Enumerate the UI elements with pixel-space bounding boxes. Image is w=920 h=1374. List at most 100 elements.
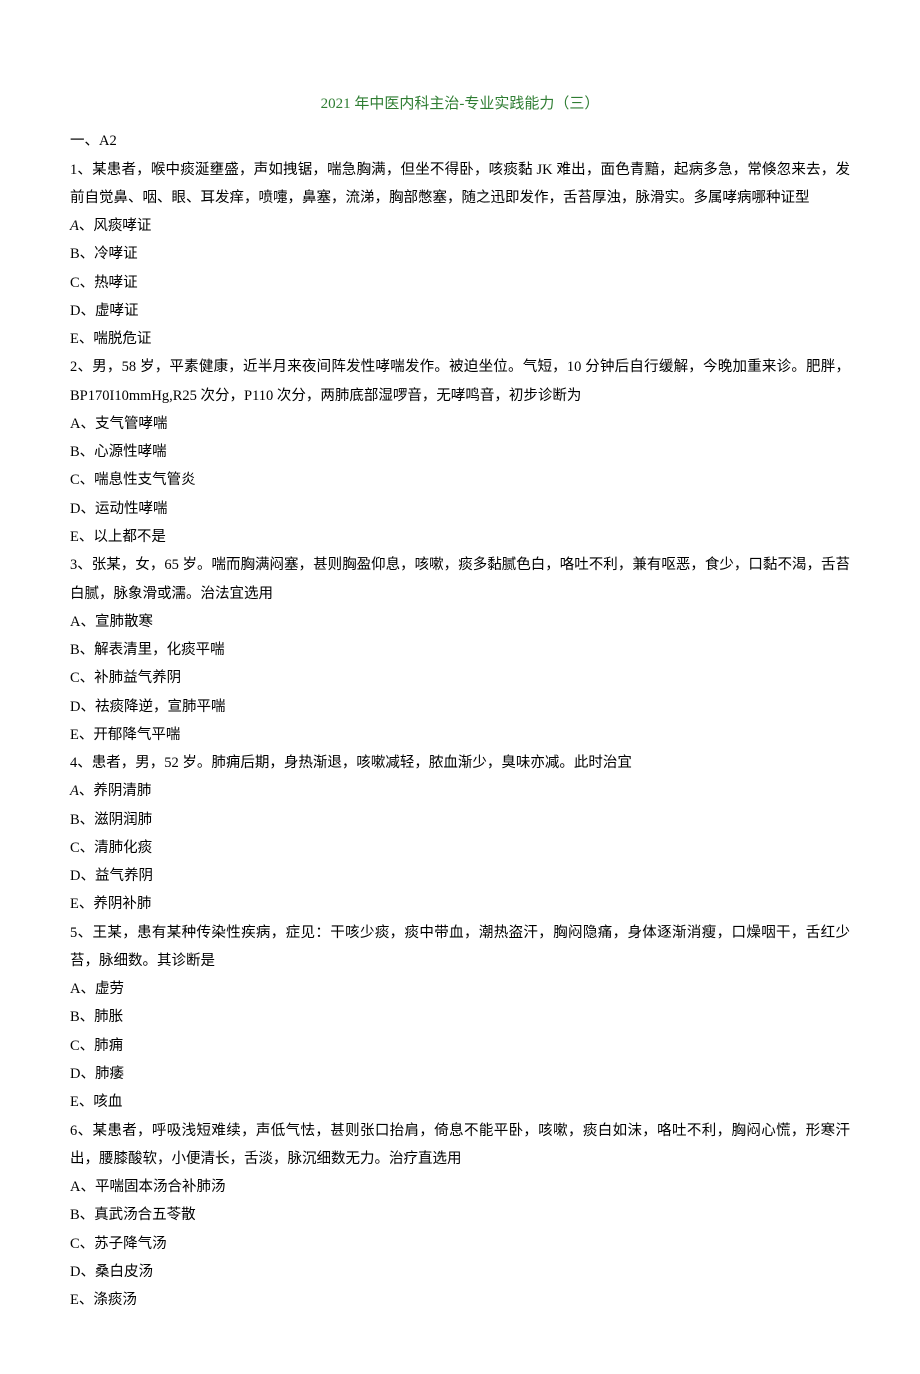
option-label: E xyxy=(70,1094,79,1110)
option-text: 、宣肺散寒 xyxy=(80,614,153,630)
option: E、养阴补肺 xyxy=(70,890,850,918)
option-text: 、肺痈 xyxy=(80,1038,124,1054)
question-block: 1、某患者，喉中痰涎壅盛，声如拽锯，喘急胸满，但坐不得卧，咳痰黏 JK 难出，面… xyxy=(70,156,850,354)
option-label: C xyxy=(70,670,80,686)
option: C、补肺益气养阴 xyxy=(70,664,850,692)
question-stem: 4、患者，男，52 岁。肺痈后期，身热渐退，咳嗽减轻，脓血渐少，臭味亦减。此时治… xyxy=(70,749,850,777)
option-text: 、桑白皮汤 xyxy=(80,1264,153,1280)
option: C、苏子降气汤 xyxy=(70,1230,850,1258)
option-label: B xyxy=(70,444,80,460)
option-text: 、养阴清肺 xyxy=(79,783,152,799)
option-label: B xyxy=(70,246,80,262)
question-stem: 2、男，58 岁，平素健康，近半月来夜间阵发性哮喘发作。被迫坐位。气短，10 分… xyxy=(70,353,850,410)
option: E、开郁降气平喘 xyxy=(70,721,850,749)
option-text: 、心源性哮喘 xyxy=(80,444,167,460)
option-text: 、真武汤合五苓散 xyxy=(80,1207,196,1223)
option-text: 、平喘固本汤合补肺汤 xyxy=(80,1179,225,1195)
questions-container: 1、某患者，喉中痰涎壅盛，声如拽锯，喘急胸满，但坐不得卧，咳痰黏 JK 难出，面… xyxy=(70,156,850,1315)
option: A、平喘固本汤合补肺汤 xyxy=(70,1173,850,1201)
question-block: 2、男，58 岁，平素健康，近半月来夜间阵发性哮喘发作。被迫坐位。气短，10 分… xyxy=(70,353,850,551)
option: C、热哮证 xyxy=(70,269,850,297)
option-label: B xyxy=(70,642,80,658)
option-label: D xyxy=(70,699,80,715)
option: D、桑白皮汤 xyxy=(70,1258,850,1286)
option-text: 、热哮证 xyxy=(80,275,138,291)
page-title: 2021 年中医内科主治-专业实践能力（三） xyxy=(70,90,850,119)
option: A、养阴清肺 xyxy=(70,777,850,805)
option-text: 、喘脱危证 xyxy=(79,331,152,347)
option: C、清肺化痰 xyxy=(70,834,850,862)
option-label: D xyxy=(70,1066,80,1082)
option-text: 、养阴补肺 xyxy=(79,896,152,912)
option-text: 、风痰哮证 xyxy=(79,218,152,234)
option-label: C xyxy=(70,275,80,291)
option-label: E xyxy=(70,331,79,347)
option-text: 、运动性哮喘 xyxy=(80,501,167,517)
option-text: 、虚劳 xyxy=(80,981,124,997)
option-text: 、虚哮证 xyxy=(80,303,138,319)
option-label: A xyxy=(70,218,79,234)
section-header: 一、A2 xyxy=(70,127,850,155)
option-label: A xyxy=(70,416,80,432)
question-stem: 1、某患者，喉中痰涎壅盛，声如拽锯，喘急胸满，但坐不得卧，咳痰黏 JK 难出，面… xyxy=(70,156,850,213)
option-label: A xyxy=(70,783,79,799)
option: B、解表清里，化痰平喘 xyxy=(70,636,850,664)
option: C、喘息性支气管炎 xyxy=(70,466,850,494)
option: C、肺痈 xyxy=(70,1032,850,1060)
option: D、虚哮证 xyxy=(70,297,850,325)
option-text: 、涤痰汤 xyxy=(79,1292,137,1308)
option: E、涤痰汤 xyxy=(70,1286,850,1314)
question-stem: 5、王某，患有某种传染性疾病，症见：干咳少痰，痰中带血，潮热盗汗，胸闷隐痛，身体… xyxy=(70,919,850,976)
option: B、肺胀 xyxy=(70,1003,850,1031)
option-text: 、益气养阴 xyxy=(80,868,153,884)
option-label: E xyxy=(70,896,79,912)
option-label: E xyxy=(70,727,79,743)
option-text: 、支气管哮喘 xyxy=(80,416,167,432)
option-text: 、补肺益气养阴 xyxy=(80,670,182,686)
option-text: 、咳血 xyxy=(79,1094,123,1110)
option: D、肺痿 xyxy=(70,1060,850,1088)
option: D、益气养阴 xyxy=(70,862,850,890)
option-text: 、肺痿 xyxy=(80,1066,124,1082)
question-block: 4、患者，男，52 岁。肺痈后期，身热渐退，咳嗽减轻，脓血渐少，臭味亦减。此时治… xyxy=(70,749,850,919)
option-label: C xyxy=(70,840,80,856)
option-text: 、祛痰降逆，宣肺平喘 xyxy=(80,699,225,715)
option: B、冷哮证 xyxy=(70,240,850,268)
question-block: 6、某患者，呼吸浅短难续，声低气怯，甚则张口抬肩，倚息不能平卧，咳嗽，痰白如沫，… xyxy=(70,1117,850,1315)
option: D、祛痰降逆，宣肺平喘 xyxy=(70,693,850,721)
option-text: 、开郁降气平喘 xyxy=(79,727,181,743)
question-stem: 6、某患者，呼吸浅短难续，声低气怯，甚则张口抬肩，倚息不能平卧，咳嗽，痰白如沫，… xyxy=(70,1117,850,1174)
option: E、喘脱危证 xyxy=(70,325,850,353)
option: A、支气管哮喘 xyxy=(70,410,850,438)
option-label: B xyxy=(70,812,80,828)
option-label: C xyxy=(70,1038,80,1054)
option-label: E xyxy=(70,529,79,545)
option-text: 、肺胀 xyxy=(80,1009,124,1025)
option-label: D xyxy=(70,868,80,884)
option: E、咳血 xyxy=(70,1088,850,1116)
option-text: 、以上都不是 xyxy=(79,529,166,545)
option: A、宣肺散寒 xyxy=(70,608,850,636)
option-text: 、苏子降气汤 xyxy=(80,1236,167,1252)
option-label: C xyxy=(70,1236,80,1252)
question-stem: 3、张某，女，65 岁。喘而胸满闷塞，甚则胸盈仰息，咳嗽，痰多黏腻色白，咯吐不利… xyxy=(70,551,850,608)
option: B、心源性哮喘 xyxy=(70,438,850,466)
option-label: C xyxy=(70,472,80,488)
option-text: 、喘息性支气管炎 xyxy=(80,472,196,488)
question-block: 5、王某，患有某种传染性疾病，症见：干咳少痰，痰中带血，潮热盗汗，胸闷隐痛，身体… xyxy=(70,919,850,1117)
option: B、真武汤合五苓散 xyxy=(70,1201,850,1229)
option-text: 、解表清里，化痰平喘 xyxy=(80,642,225,658)
option-text: 、清肺化痰 xyxy=(80,840,153,856)
option-label: B xyxy=(70,1009,80,1025)
option-label: B xyxy=(70,1207,80,1223)
option-label: E xyxy=(70,1292,79,1308)
option: A、风痰哮证 xyxy=(70,212,850,240)
option-label: A xyxy=(70,981,80,997)
option: B、滋阴润肺 xyxy=(70,806,850,834)
option-label: A xyxy=(70,614,80,630)
option-label: D xyxy=(70,1264,80,1280)
option-label: D xyxy=(70,501,80,517)
option-label: D xyxy=(70,303,80,319)
option: E、以上都不是 xyxy=(70,523,850,551)
option-label: A xyxy=(70,1179,80,1195)
